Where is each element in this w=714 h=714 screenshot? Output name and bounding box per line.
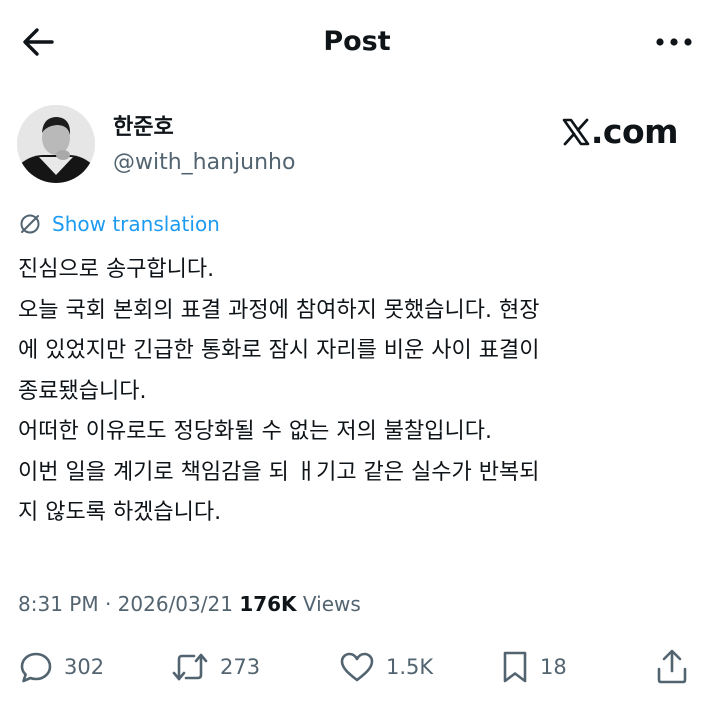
- repost-count: 273: [220, 655, 261, 679]
- avatar[interactable]: [17, 105, 95, 183]
- translate-icon: [20, 214, 40, 234]
- like-button[interactable]: 1.5K: [338, 642, 433, 692]
- source-logo-text: .com: [590, 112, 679, 151]
- more-icon: [656, 38, 692, 46]
- post-line: 진심으로 송구합니다.: [18, 257, 215, 282]
- bookmark-button[interactable]: 18: [500, 642, 567, 692]
- show-translation-label: Show translation: [52, 212, 220, 236]
- post-line: 이번 일을 계기로 책임감을 되 ㅐ기고 같은 실수가 반복되: [18, 459, 540, 485]
- views-count: 176K: [239, 592, 297, 616]
- more-options-button[interactable]: [652, 22, 696, 62]
- post-line: 종료됐습니다.: [18, 378, 147, 404]
- post-line: 어떠한 이유로도 정당화될 수 없는 저의 불찰입니다.: [18, 419, 492, 444]
- author-handle[interactable]: @with_hanjunho: [113, 148, 295, 178]
- author-name[interactable]: 한준호: [113, 112, 174, 144]
- page-title: Post: [323, 26, 391, 57]
- views-label: Views: [302, 592, 361, 616]
- meta-separator: ·: [98, 592, 118, 616]
- bookmark-icon: [503, 651, 527, 683]
- reply-count: 302: [64, 655, 105, 679]
- post-body: 진심으로 송구합니다. 오늘 국회 본회의 표결 과정에 참여하지 못했습니다. …: [18, 250, 698, 534]
- top-bar: Post: [0, 0, 714, 84]
- source-watermark: .com: [562, 110, 679, 157]
- bookmark-count: 18: [540, 655, 567, 679]
- post-line: 오늘 국회 본회의 표결 과정에 참여하지 못했습니다. 현장: [18, 297, 540, 323]
- like-icon: [340, 652, 374, 682]
- repost-button[interactable]: 273: [170, 642, 260, 692]
- post-time[interactable]: 8:31 PM: [18, 592, 99, 616]
- post-line: 지 않도록 하겠습니다.: [18, 500, 222, 525]
- repost-icon: [172, 653, 208, 681]
- reply-icon: [20, 652, 52, 683]
- show-translation-link[interactable]: Show translation: [18, 208, 220, 240]
- post-line: 에 있었지만 긴급한 통화로 잠시 자리를 비운 사이 표결이: [18, 338, 540, 363]
- reply-button[interactable]: 302: [18, 642, 104, 692]
- like-count: 1.5K: [386, 655, 434, 679]
- x-logo-icon: [562, 118, 590, 146]
- profile-photo: [17, 105, 95, 183]
- share-icon: [657, 649, 687, 684]
- post-metadata: 8:31 PM · 2026/03/21 176K Views: [18, 588, 361, 620]
- share-button[interactable]: [652, 647, 692, 687]
- action-bar: 302 273 1.5K 18: [0, 642, 714, 692]
- post-date[interactable]: 2026/03/21: [118, 592, 233, 616]
